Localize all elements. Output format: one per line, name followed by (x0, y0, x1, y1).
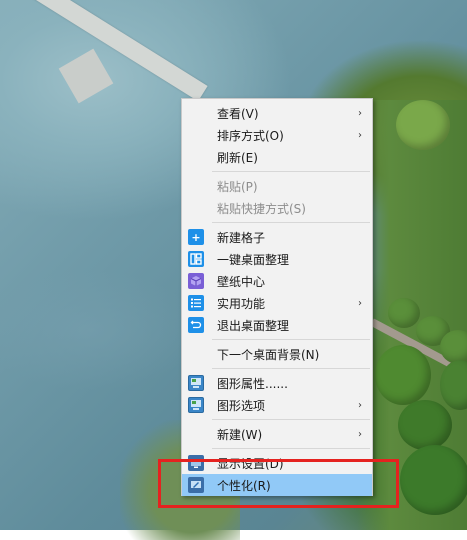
menu-item-sort-by[interactable]: 排序方式(O) › (182, 124, 372, 146)
menu-separator (212, 339, 370, 340)
menu-separator (212, 448, 370, 449)
wallpaper-cube-icon (188, 273, 204, 289)
menu-item-label: 退出桌面整理 (217, 318, 290, 333)
wallpaper-pier-deck (58, 48, 114, 104)
desktop-context-menu: 查看(V) › 排序方式(O) › 刷新(E) 粘贴(P) 粘贴快捷方式(S) … (181, 98, 373, 496)
wallpaper-tree (398, 400, 452, 450)
menu-item-label: 新建格子 (217, 230, 266, 245)
menu-separator (212, 419, 370, 420)
menu-item-label: 查看(V) (217, 106, 259, 121)
menu-item-view[interactable]: 查看(V) › (182, 102, 372, 124)
menu-item-exit-organize[interactable]: 退出桌面整理 (182, 314, 372, 336)
chevron-right-icon: › (358, 129, 362, 141)
menu-item-label: 一键桌面整理 (217, 252, 290, 267)
list-icon (188, 295, 204, 311)
plus-icon: + (188, 229, 204, 245)
menu-item-utilities[interactable]: 实用功能 › (182, 292, 372, 314)
menu-item-label: 新建(W) (217, 427, 263, 442)
chevron-right-icon: › (358, 297, 362, 309)
menu-separator (212, 171, 370, 172)
menu-item-refresh[interactable]: 刷新(E) (182, 146, 372, 168)
graphics-properties-icon (188, 375, 204, 391)
exit-icon (188, 317, 204, 333)
menu-item-paste: 粘贴(P) (182, 175, 372, 197)
menu-item-label: 图形属性...... (217, 376, 288, 391)
menu-item-label: 图形选项 (217, 398, 266, 413)
layout-grid-icon (188, 251, 204, 267)
chevron-right-icon: › (358, 107, 362, 119)
graphics-options-icon (188, 397, 204, 413)
menu-item-paste-shortcut: 粘贴快捷方式(S) (182, 197, 372, 219)
menu-item-new-grid[interactable]: + 新建格子 (182, 226, 372, 248)
wallpaper-tree (375, 345, 431, 405)
menu-item-label: 实用功能 (217, 296, 266, 311)
red-highlight-box (158, 459, 399, 508)
chevron-right-icon: › (358, 399, 362, 411)
menu-item-one-click-organize[interactable]: 一键桌面整理 (182, 248, 372, 270)
menu-item-graphics-options[interactable]: 图形选项 › (182, 394, 372, 416)
wallpaper-tree (400, 445, 467, 515)
menu-separator (212, 222, 370, 223)
menu-item-wallpaper-center[interactable]: 壁纸中心 (182, 270, 372, 292)
chevron-right-icon: › (358, 428, 362, 440)
menu-item-label: 粘贴(P) (217, 179, 258, 194)
wallpaper-pier (20, 0, 208, 102)
wallpaper-tree (396, 100, 450, 150)
menu-item-label: 壁纸中心 (217, 274, 266, 289)
menu-item-label: 排序方式(O) (217, 128, 284, 143)
menu-item-next-background[interactable]: 下一个桌面背景(N) (182, 343, 372, 365)
menu-item-graphics-properties[interactable]: 图形属性...... (182, 372, 372, 394)
menu-item-new[interactable]: 新建(W) › (182, 423, 372, 445)
menu-item-label: 下一个桌面背景(N) (217, 347, 320, 362)
menu-item-label: 刷新(E) (217, 150, 258, 165)
menu-item-label: 粘贴快捷方式(S) (217, 201, 306, 216)
menu-separator (212, 368, 370, 369)
wallpaper-tree (388, 298, 420, 328)
